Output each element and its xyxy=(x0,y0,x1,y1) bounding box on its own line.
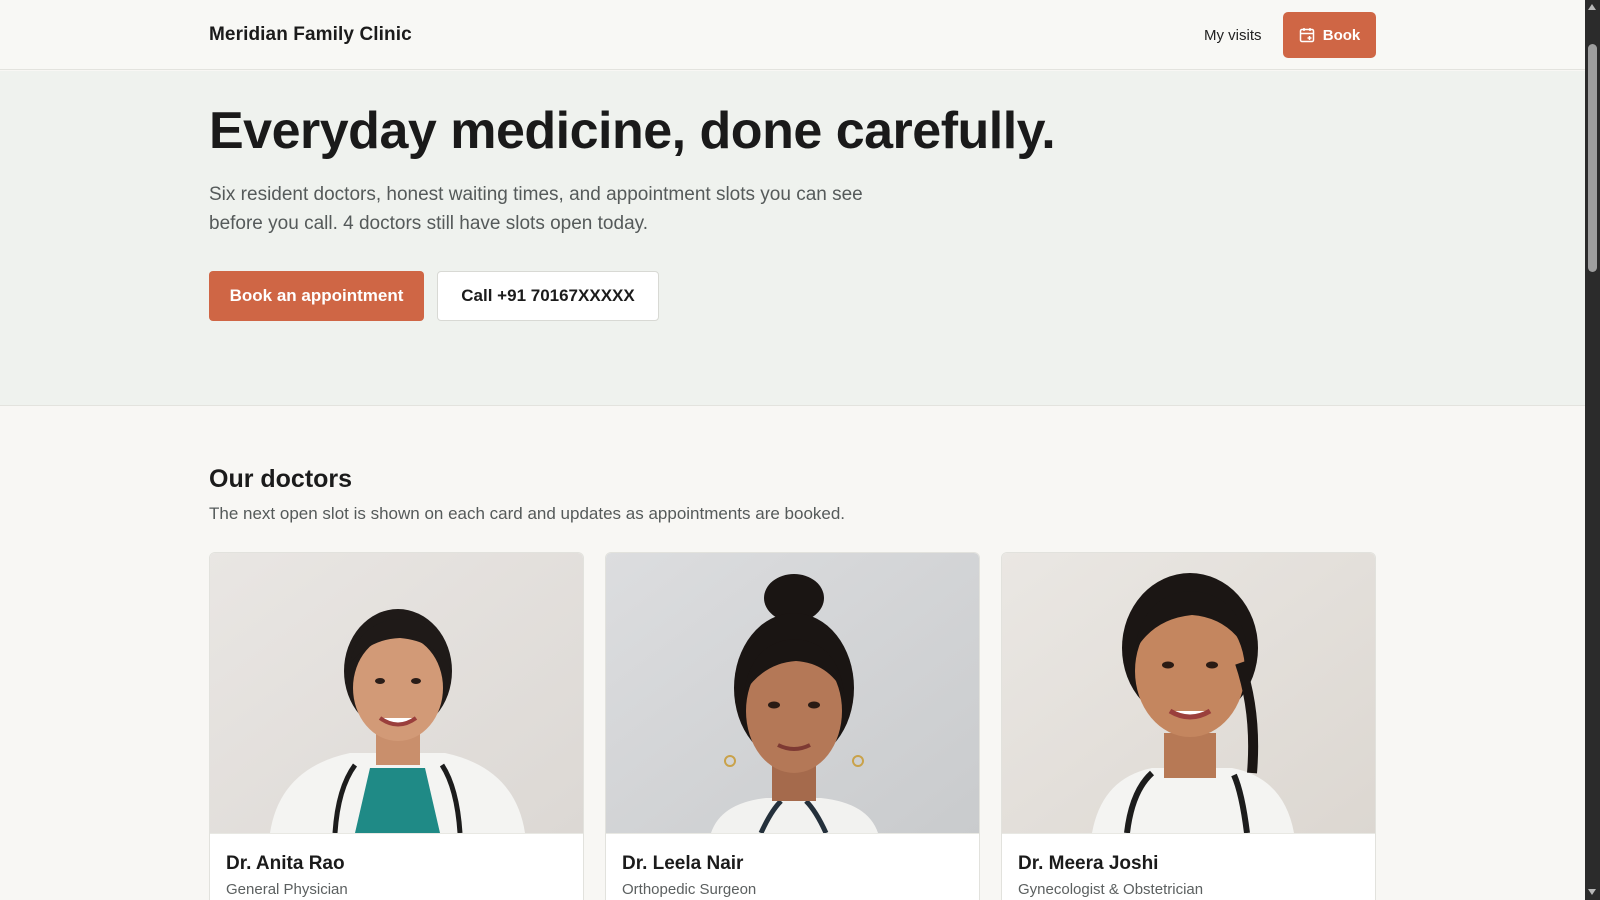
page: Meridian Family Clinic My visits Book Ev… xyxy=(0,0,1585,900)
doctor-name: Dr. Leela Nair xyxy=(622,853,744,874)
hero-section: Everyday medicine, done carefully. Six r… xyxy=(0,71,1585,406)
top-navigation-bar: Meridian Family Clinic My visits Book xyxy=(0,0,1585,70)
doctor-card[interactable]: Dr. Meera Joshi Gynecologist & Obstetric… xyxy=(1001,552,1376,900)
book-button[interactable]: Book xyxy=(1283,12,1376,58)
doctor-photo xyxy=(1002,553,1375,834)
doctor-specialty: General Physician xyxy=(226,881,348,898)
scroll-down-arrow-icon[interactable] xyxy=(1588,889,1596,895)
doctors-section-subtitle: The next open slot is shown on each card… xyxy=(209,504,846,523)
hero-title: Everyday medicine, done carefully. xyxy=(209,102,1056,160)
doctor-name: Dr. Anita Rao xyxy=(226,853,345,874)
my-visits-link[interactable]: My visits xyxy=(1204,27,1262,44)
book-button-label: Book xyxy=(1322,26,1361,44)
hero-description: Six resident doctors, honest waiting tim… xyxy=(209,184,863,234)
doctors-section-title: Our doctors xyxy=(209,465,353,493)
doctor-name: Dr. Meera Joshi xyxy=(1018,853,1159,874)
doctor-card[interactable]: Dr. Leela Nair Orthopedic Surgeon xyxy=(605,552,980,900)
clinic-brand-name[interactable]: Meridian Family Clinic xyxy=(209,24,412,46)
doctor-specialty: Orthopedic Surgeon xyxy=(622,881,757,898)
doctor-specialty: Gynecologist & Obstetrician xyxy=(1018,881,1204,898)
call-clinic-button[interactable]: Call +91 70167XXXXX xyxy=(437,271,659,321)
doctor-photo xyxy=(210,553,583,834)
page-scrollbar[interactable] xyxy=(1585,0,1600,900)
calendar-icon xyxy=(1299,27,1315,43)
doctor-card[interactable]: Dr. Anita Rao General Physician xyxy=(209,552,584,900)
scrollbar-thumb[interactable] xyxy=(1588,44,1597,272)
book-appointment-button[interactable]: Book an appointment xyxy=(209,271,424,321)
scroll-up-arrow-icon[interactable] xyxy=(1588,4,1596,10)
doctor-photo xyxy=(606,553,979,834)
